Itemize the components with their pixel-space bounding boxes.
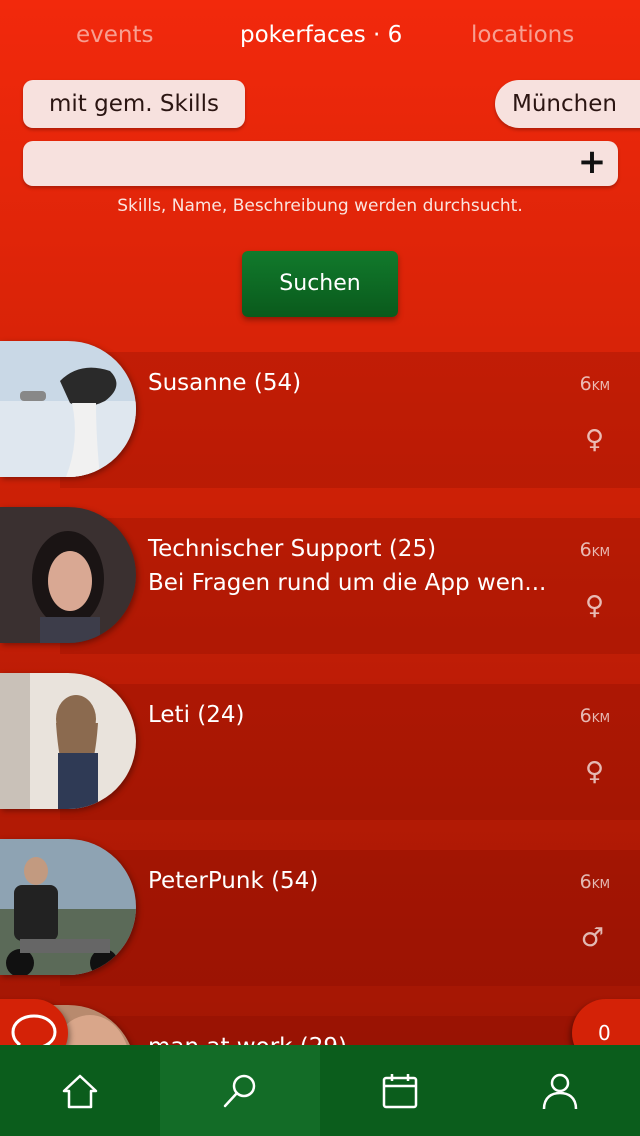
result-name: Leti (24): [148, 702, 245, 728]
tab-events[interactable]: events: [76, 22, 154, 48]
female-icon: ♀: [584, 591, 604, 621]
nav-profile[interactable]: [480, 1045, 640, 1136]
plus-icon[interactable]: +: [576, 145, 608, 179]
list-item[interactable]: Technischer Support (25) Bei Fragen rund…: [0, 507, 640, 654]
list-item[interactable]: Susanne (54) 6KM ♀: [0, 341, 640, 488]
avatar[interactable]: [0, 839, 136, 975]
distance-label: 6KM: [580, 705, 610, 727]
list-item[interactable]: PeterPunk (54) 6KM ♂: [0, 839, 640, 986]
tab-pokerfaces[interactable]: pokerfaces · 6: [240, 22, 402, 48]
avatar[interactable]: [0, 673, 136, 809]
distance-value: 6: [579, 539, 592, 561]
search-icon: [223, 1074, 256, 1108]
distance-unit: KM: [591, 711, 610, 725]
result-description: Bei Fragen rund um die App wen...: [148, 570, 547, 596]
distance-value: 6: [579, 871, 592, 893]
search-field: +: [23, 141, 618, 186]
skills-filter-button[interactable]: mit gem. Skills: [23, 80, 245, 128]
row-background: [60, 850, 640, 986]
search-hint: Skills, Name, Beschreibung werden durchs…: [117, 196, 523, 216]
top-tabs: events pokerfaces · 6 locations: [0, 22, 640, 62]
bottom-nav: [0, 1045, 640, 1136]
distance-unit: KM: [591, 379, 610, 393]
nav-search[interactable]: [160, 1045, 320, 1136]
profile-icon: [542, 1073, 578, 1110]
distance-label: 6KM: [580, 373, 610, 395]
distance-label: 6KM: [580, 871, 610, 893]
list-item[interactable]: Leti (24) 6KM ♀: [0, 673, 640, 820]
city-filter-button[interactable]: München: [495, 80, 640, 128]
avatar[interactable]: [0, 341, 136, 477]
female-icon: ♀: [584, 425, 604, 455]
search-button[interactable]: Suchen: [242, 251, 398, 317]
nav-calendar[interactable]: [320, 1045, 480, 1136]
tab-locations[interactable]: locations: [471, 22, 574, 48]
distance-unit: KM: [591, 545, 610, 559]
distance-value: 6: [579, 373, 592, 395]
search-input[interactable]: [23, 141, 563, 186]
distance-label: 6KM: [580, 539, 610, 561]
result-name: Technischer Support (25): [148, 536, 437, 562]
distance-unit: KM: [591, 877, 610, 891]
distance-value: 6: [579, 705, 592, 727]
row-background: [60, 352, 640, 488]
row-background: [60, 684, 640, 820]
female-icon: ♀: [584, 757, 604, 787]
nav-home[interactable]: [0, 1045, 160, 1136]
avatar[interactable]: [0, 507, 136, 643]
result-name: Susanne (54): [148, 370, 302, 396]
male-icon: ♂: [580, 923, 604, 953]
result-name: PeterPunk (54): [148, 868, 319, 894]
calendar-icon: [382, 1074, 418, 1109]
home-icon: [62, 1074, 98, 1109]
